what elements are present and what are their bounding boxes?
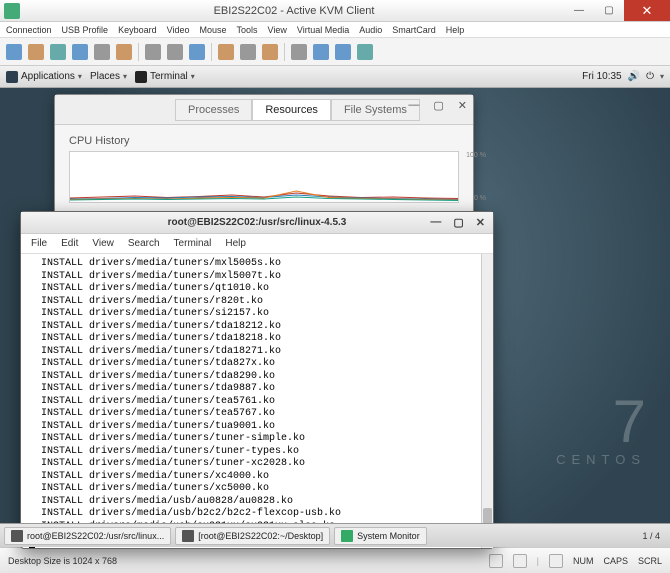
term-menu-file[interactable]: File bbox=[31, 238, 47, 249]
toolbar-icon[interactable] bbox=[28, 44, 44, 60]
menu-smartcard[interactable]: SmartCard bbox=[392, 25, 436, 35]
chevron-down-icon[interactable] bbox=[660, 71, 664, 82]
menu-video[interactable]: Video bbox=[167, 25, 190, 35]
toolbar-icon[interactable] bbox=[189, 44, 205, 60]
status-icon[interactable] bbox=[549, 554, 563, 568]
arrow-icon[interactable] bbox=[291, 44, 307, 60]
terminal-scrollbar[interactable] bbox=[481, 254, 493, 548]
menu-mouse[interactable]: Mouse bbox=[199, 25, 226, 35]
separator bbox=[211, 43, 212, 61]
close-button[interactable]: ✕ bbox=[624, 0, 670, 21]
power-icon[interactable]: ⏻ bbox=[646, 71, 654, 82]
cpu-history-label: CPU History bbox=[69, 135, 459, 147]
terminal-title-text: root@EBI2S22C02:/usr/src/linux-4.5.3 bbox=[168, 217, 347, 228]
toolbar-icon[interactable] bbox=[72, 44, 88, 60]
status-desktop-size: Desktop Size is 1024 x 768 bbox=[8, 556, 117, 566]
term-menu-help[interactable]: Help bbox=[225, 238, 246, 249]
gnome-top-panel: Applications Places Terminal Fri 10:35 🔊… bbox=[0, 66, 670, 88]
kvm-window-titlebar: EBI2S22C02 - Active KVM Client — ▢ ✕ bbox=[0, 0, 670, 22]
centos-watermark: 7 CENTOS bbox=[556, 392, 646, 467]
menu-help[interactable]: Help bbox=[446, 25, 465, 35]
status-icon[interactable] bbox=[489, 554, 503, 568]
terminal-launcher[interactable]: Terminal bbox=[135, 71, 195, 83]
cpu-chart: 100 % 0 % bbox=[69, 151, 459, 203]
app-icon bbox=[4, 3, 20, 19]
separator bbox=[138, 43, 139, 61]
terminal-menubar: File Edit View Search Terminal Help bbox=[21, 234, 493, 254]
gnome-taskbar: root@EBI2S22C02:/usr/src/linux... [root@… bbox=[0, 523, 670, 547]
terminal-icon bbox=[135, 71, 147, 83]
term-menu-search[interactable]: Search bbox=[128, 238, 160, 249]
menu-keyboard[interactable]: Keyboard bbox=[118, 25, 157, 35]
menu-tools[interactable]: Tools bbox=[236, 25, 257, 35]
sysmon-minimize-button[interactable]: — bbox=[408, 99, 419, 112]
task-item-terminal-1[interactable]: root@EBI2S22C02:/usr/src/linux... bbox=[4, 527, 171, 545]
menu-audio[interactable]: Audio bbox=[359, 25, 382, 35]
remote-desktop: Applications Places Terminal Fri 10:35 🔊… bbox=[0, 66, 670, 547]
menu-connection[interactable]: Connection bbox=[6, 25, 52, 35]
status-num: NUM bbox=[573, 556, 594, 566]
sysmon-close-button[interactable]: ✕ bbox=[458, 99, 467, 112]
toolbar-icon[interactable] bbox=[145, 44, 161, 60]
toolbar-icon[interactable] bbox=[240, 44, 256, 60]
tab-file-systems[interactable]: File Systems bbox=[331, 99, 420, 121]
toolbar-icon[interactable] bbox=[6, 44, 22, 60]
status-icon[interactable] bbox=[513, 554, 527, 568]
kvm-toolbar bbox=[0, 38, 670, 66]
tab-resources[interactable]: Resources bbox=[252, 99, 331, 121]
clock[interactable]: Fri 10:35 bbox=[582, 71, 621, 82]
sysmon-maximize-button[interactable]: ▢ bbox=[433, 99, 443, 112]
terminal-window: root@EBI2S22C02:/usr/src/linux-4.5.3 — ▢… bbox=[20, 211, 494, 549]
terminal-output[interactable]: INSTALL drivers/media/tuners/mxl5005s.ko… bbox=[21, 254, 493, 548]
toolbar-icon[interactable] bbox=[116, 44, 132, 60]
terminal-icon bbox=[11, 530, 23, 542]
terminal-close-button[interactable]: ✕ bbox=[476, 216, 485, 229]
toolbar-icon[interactable] bbox=[167, 44, 183, 60]
toolbar-icon[interactable] bbox=[94, 44, 110, 60]
applications-menu[interactable]: Applications bbox=[6, 71, 82, 83]
toolbar-icon[interactable] bbox=[50, 44, 66, 60]
menu-view[interactable]: View bbox=[268, 25, 287, 35]
term-menu-terminal[interactable]: Terminal bbox=[174, 238, 212, 249]
toolbar-icon[interactable] bbox=[262, 44, 278, 60]
terminal-titlebar[interactable]: root@EBI2S22C02:/usr/src/linux-4.5.3 — ▢… bbox=[21, 212, 493, 234]
term-menu-edit[interactable]: Edit bbox=[61, 238, 78, 249]
window-title: EBI2S22C02 - Active KVM Client bbox=[24, 5, 564, 17]
task-item-terminal-2[interactable]: [root@EBI2S22C02:~/Desktop] bbox=[175, 527, 330, 545]
term-menu-view[interactable]: View bbox=[92, 238, 114, 249]
minimize-button[interactable]: — bbox=[564, 0, 594, 21]
kvm-menubar: Connection USB Profile Keyboard Video Mo… bbox=[0, 22, 670, 38]
task-item-sysmon[interactable]: System Monitor bbox=[334, 527, 427, 545]
kvm-statusbar: Desktop Size is 1024 x 768 | NUM CAPS SC… bbox=[0, 547, 670, 573]
grid-icon bbox=[6, 71, 18, 83]
status-scrl: SCRL bbox=[638, 556, 662, 566]
tab-processes[interactable]: Processes bbox=[175, 99, 252, 121]
status-caps: CAPS bbox=[603, 556, 628, 566]
separator bbox=[284, 43, 285, 61]
toolbar-icon[interactable] bbox=[357, 44, 373, 60]
menu-virtual-media[interactable]: Virtual Media bbox=[297, 25, 349, 35]
places-menu[interactable]: Places bbox=[90, 71, 127, 82]
maximize-button[interactable]: ▢ bbox=[594, 0, 624, 21]
volume-icon[interactable]: 🔊 bbox=[628, 71, 640, 82]
toolbar-icon[interactable] bbox=[218, 44, 234, 60]
terminal-icon bbox=[182, 530, 194, 542]
terminal-minimize-button[interactable]: — bbox=[430, 216, 441, 229]
terminal-maximize-button[interactable]: ▢ bbox=[453, 216, 463, 229]
toolbar-icon[interactable] bbox=[335, 44, 351, 60]
toolbar-icon[interactable] bbox=[313, 44, 329, 60]
workspace-indicator[interactable]: 1 / 4 bbox=[636, 531, 666, 541]
monitor-icon bbox=[341, 530, 353, 542]
menu-usb-profile[interactable]: USB Profile bbox=[62, 25, 109, 35]
